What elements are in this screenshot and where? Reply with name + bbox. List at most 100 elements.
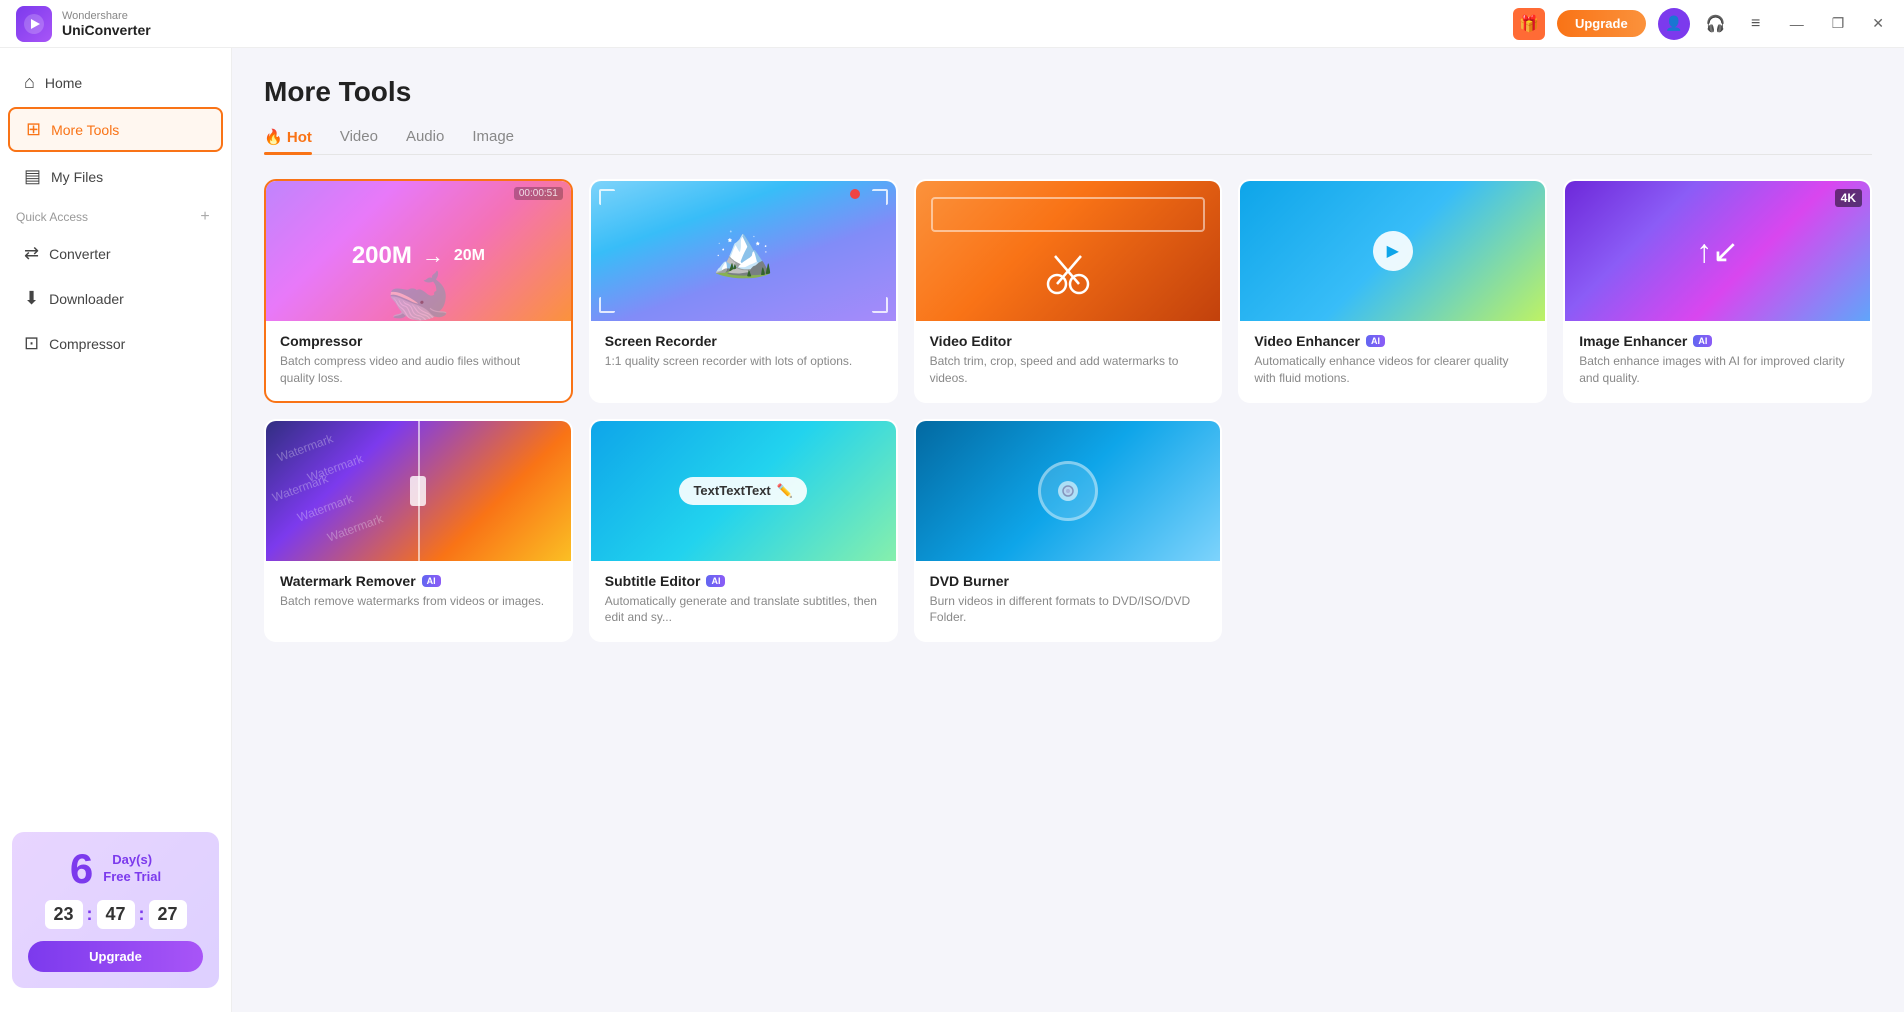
countdown-hours: 23	[45, 900, 83, 929]
countdown-minutes: 47	[97, 900, 135, 929]
restore-button[interactable]: ❐	[1824, 11, 1853, 36]
tool-desc-screen-recorder: 1:1 quality screen recorder with lots of…	[605, 353, 882, 370]
trial-days-number: 6	[70, 848, 93, 890]
tool-thumb-compressor: 00:00:51 200M → 20M 🐋	[266, 181, 571, 321]
tool-card-screen-recorder[interactable]: 🏔️ Screen Recorder 1:1 quality screen re…	[589, 179, 898, 403]
tool-thumb-dvd-burner	[916, 421, 1221, 561]
tool-thumb-screen-recorder: 🏔️	[591, 181, 896, 321]
sidebar-label-compressor: Compressor	[49, 336, 125, 352]
pencil-icon: ✏️	[777, 483, 793, 499]
trial-days-section: 6 Day(s) Free Trial	[28, 848, 203, 890]
4k-badge: 4K	[1835, 189, 1862, 207]
tool-info-subtitle-editor: Subtitle Editor AI Automatically generat…	[591, 561, 896, 641]
empty-slot-4	[1238, 419, 1547, 643]
sidebar-item-converter[interactable]: ⇄ Converter	[8, 233, 223, 274]
watermark-text-4: Watermark	[295, 491, 355, 524]
tool-desc-dvd-burner: Burn videos in different formats to DVD/…	[930, 593, 1207, 627]
tool-thumb-subtitle-editor: TextTextText ✏️	[591, 421, 896, 561]
rec-corner-tr	[872, 189, 888, 205]
tool-desc-watermark-remover: Batch remove watermarks from videos or i…	[280, 593, 557, 610]
play-button-icon: ▶	[1373, 231, 1413, 271]
trial-free-label: Free Trial	[103, 869, 161, 884]
tool-desc-compressor: Batch compress video and audio files wit…	[280, 353, 557, 387]
hot-icon: 🔥	[264, 129, 287, 146]
ai-badge-watermark: AI	[422, 575, 441, 587]
sidebar-label-downloader: Downloader	[49, 291, 124, 307]
app-branding: Wondershare UniConverter	[16, 6, 151, 42]
gift-button[interactable]: 🎁	[1513, 8, 1545, 40]
tool-card-video-enhancer[interactable]: ▶ Video Enhancer AI Automatically enhanc…	[1238, 179, 1547, 403]
titlebar-actions: 🎁 Upgrade 👤 🎧 ≡ — ❐ ✕	[1513, 8, 1892, 40]
tool-card-watermark-remover[interactable]: Watermark Watermark Watermark Watermark …	[264, 419, 573, 643]
tool-thumb-watermark-remover: Watermark Watermark Watermark Watermark …	[266, 421, 571, 561]
sidebar-label-my-files: My Files	[51, 169, 103, 185]
sidebar-item-more-tools[interactable]: ⊞ More Tools	[8, 107, 223, 152]
converter-icon: ⇄	[24, 243, 39, 264]
tool-info-screen-recorder: Screen Recorder 1:1 quality screen recor…	[591, 321, 896, 384]
sidebar-label-converter: Converter	[49, 246, 110, 262]
tab-video[interactable]: Video	[340, 128, 378, 154]
watermark-text-3: Watermark	[270, 471, 330, 504]
recorder-mountain-icon: 🏔️	[712, 222, 774, 281]
countdown-colon-2: :	[139, 904, 145, 925]
app-name: UniConverter	[62, 22, 151, 38]
compressor-time-label: 00:00:51	[514, 187, 563, 200]
minimize-button[interactable]: —	[1782, 12, 1812, 36]
tool-info-video-editor: Video Editor Batch trim, crop, speed and…	[916, 321, 1221, 401]
tool-card-image-enhancer[interactable]: 4K ↑↙ Image Enhancer AI Batch enhance im…	[1563, 179, 1872, 403]
sidebar-item-my-files[interactable]: ▤ My Files	[8, 156, 223, 197]
company-name: Wondershare	[62, 10, 151, 22]
dvd-disc-icon	[1038, 461, 1098, 521]
rec-corner-bl	[599, 297, 615, 313]
quick-access-add-button[interactable]: +	[195, 207, 215, 227]
tool-card-dvd-burner[interactable]: DVD Burner Burn videos in different form…	[914, 419, 1223, 643]
sidebar-item-compressor[interactable]: ⊡ Compressor	[8, 323, 223, 364]
sidebar-label-more-tools: More Tools	[51, 122, 119, 138]
tabs-bar: 🔥 Hot Video Audio Image	[264, 128, 1872, 155]
tool-card-compressor[interactable]: 00:00:51 200M → 20M 🐋 Compressor Batch c…	[264, 179, 573, 403]
tool-info-image-enhancer: Image Enhancer AI Batch enhance images w…	[1565, 321, 1870, 401]
upgrade-button[interactable]: Upgrade	[1557, 10, 1646, 37]
sidebar-item-downloader[interactable]: ⬇ Downloader	[8, 278, 223, 319]
tool-name-compressor: Compressor	[280, 333, 557, 349]
tool-card-subtitle-editor[interactable]: TextTextText ✏️ Subtitle Editor AI Autom…	[589, 419, 898, 643]
user-avatar[interactable]: 👤	[1658, 8, 1690, 40]
tool-name-dvd-burner: DVD Burner	[930, 573, 1207, 589]
menu-icon[interactable]: ≡	[1742, 10, 1770, 38]
tool-card-video-editor[interactable]: Video Editor Batch trim, crop, speed and…	[914, 179, 1223, 403]
sidebar-item-home[interactable]: ⌂ Home	[8, 62, 223, 103]
downloader-icon: ⬇	[24, 288, 39, 309]
scissors-icon	[1043, 248, 1093, 303]
compressor-size-from: 200M	[352, 242, 412, 270]
tab-hot[interactable]: 🔥 Hot	[264, 128, 312, 154]
watermark-text-5: Watermark	[325, 511, 385, 544]
ai-badge-image-enhancer: AI	[1693, 335, 1712, 347]
tool-name-video-editor: Video Editor	[930, 333, 1207, 349]
tab-image-label: Image	[472, 128, 514, 145]
dvd-center	[1058, 481, 1078, 501]
compressor-icon: ⊡	[24, 333, 39, 354]
headset-icon[interactable]: 🎧	[1702, 10, 1730, 38]
whale-icon: 🐋	[386, 265, 451, 321]
trial-box: 6 Day(s) Free Trial 23 : 47 : 27 Upgrade	[12, 832, 219, 988]
tool-name-watermark-remover: Watermark Remover AI	[280, 573, 557, 589]
countdown-seconds: 27	[149, 900, 187, 929]
tab-image[interactable]: Image	[472, 128, 514, 154]
tab-audio-label: Audio	[406, 128, 444, 145]
tool-info-compressor: Compressor Batch compress video and audi…	[266, 321, 571, 401]
my-files-icon: ▤	[24, 166, 41, 187]
tool-desc-subtitle-editor: Automatically generate and translate sub…	[605, 593, 882, 627]
compressor-arrow: →	[422, 243, 444, 269]
countdown-colon-1: :	[87, 904, 93, 925]
tab-audio[interactable]: Audio	[406, 128, 444, 154]
tool-thumb-video-editor	[916, 181, 1221, 321]
close-button[interactable]: ✕	[1864, 11, 1892, 36]
rec-corner-tl	[599, 189, 615, 205]
tool-grid-row2: Watermark Watermark Watermark Watermark …	[264, 419, 1872, 643]
tool-desc-video-editor: Batch trim, crop, speed and add watermar…	[930, 353, 1207, 387]
empty-slot-5	[1563, 419, 1872, 643]
more-tools-icon: ⊞	[26, 119, 41, 140]
trial-upgrade-button[interactable]: Upgrade	[28, 941, 203, 972]
tool-thumb-video-enhancer: ▶	[1240, 181, 1545, 321]
titlebar: Wondershare UniConverter 🎁 Upgrade 👤 🎧 ≡…	[0, 0, 1904, 48]
